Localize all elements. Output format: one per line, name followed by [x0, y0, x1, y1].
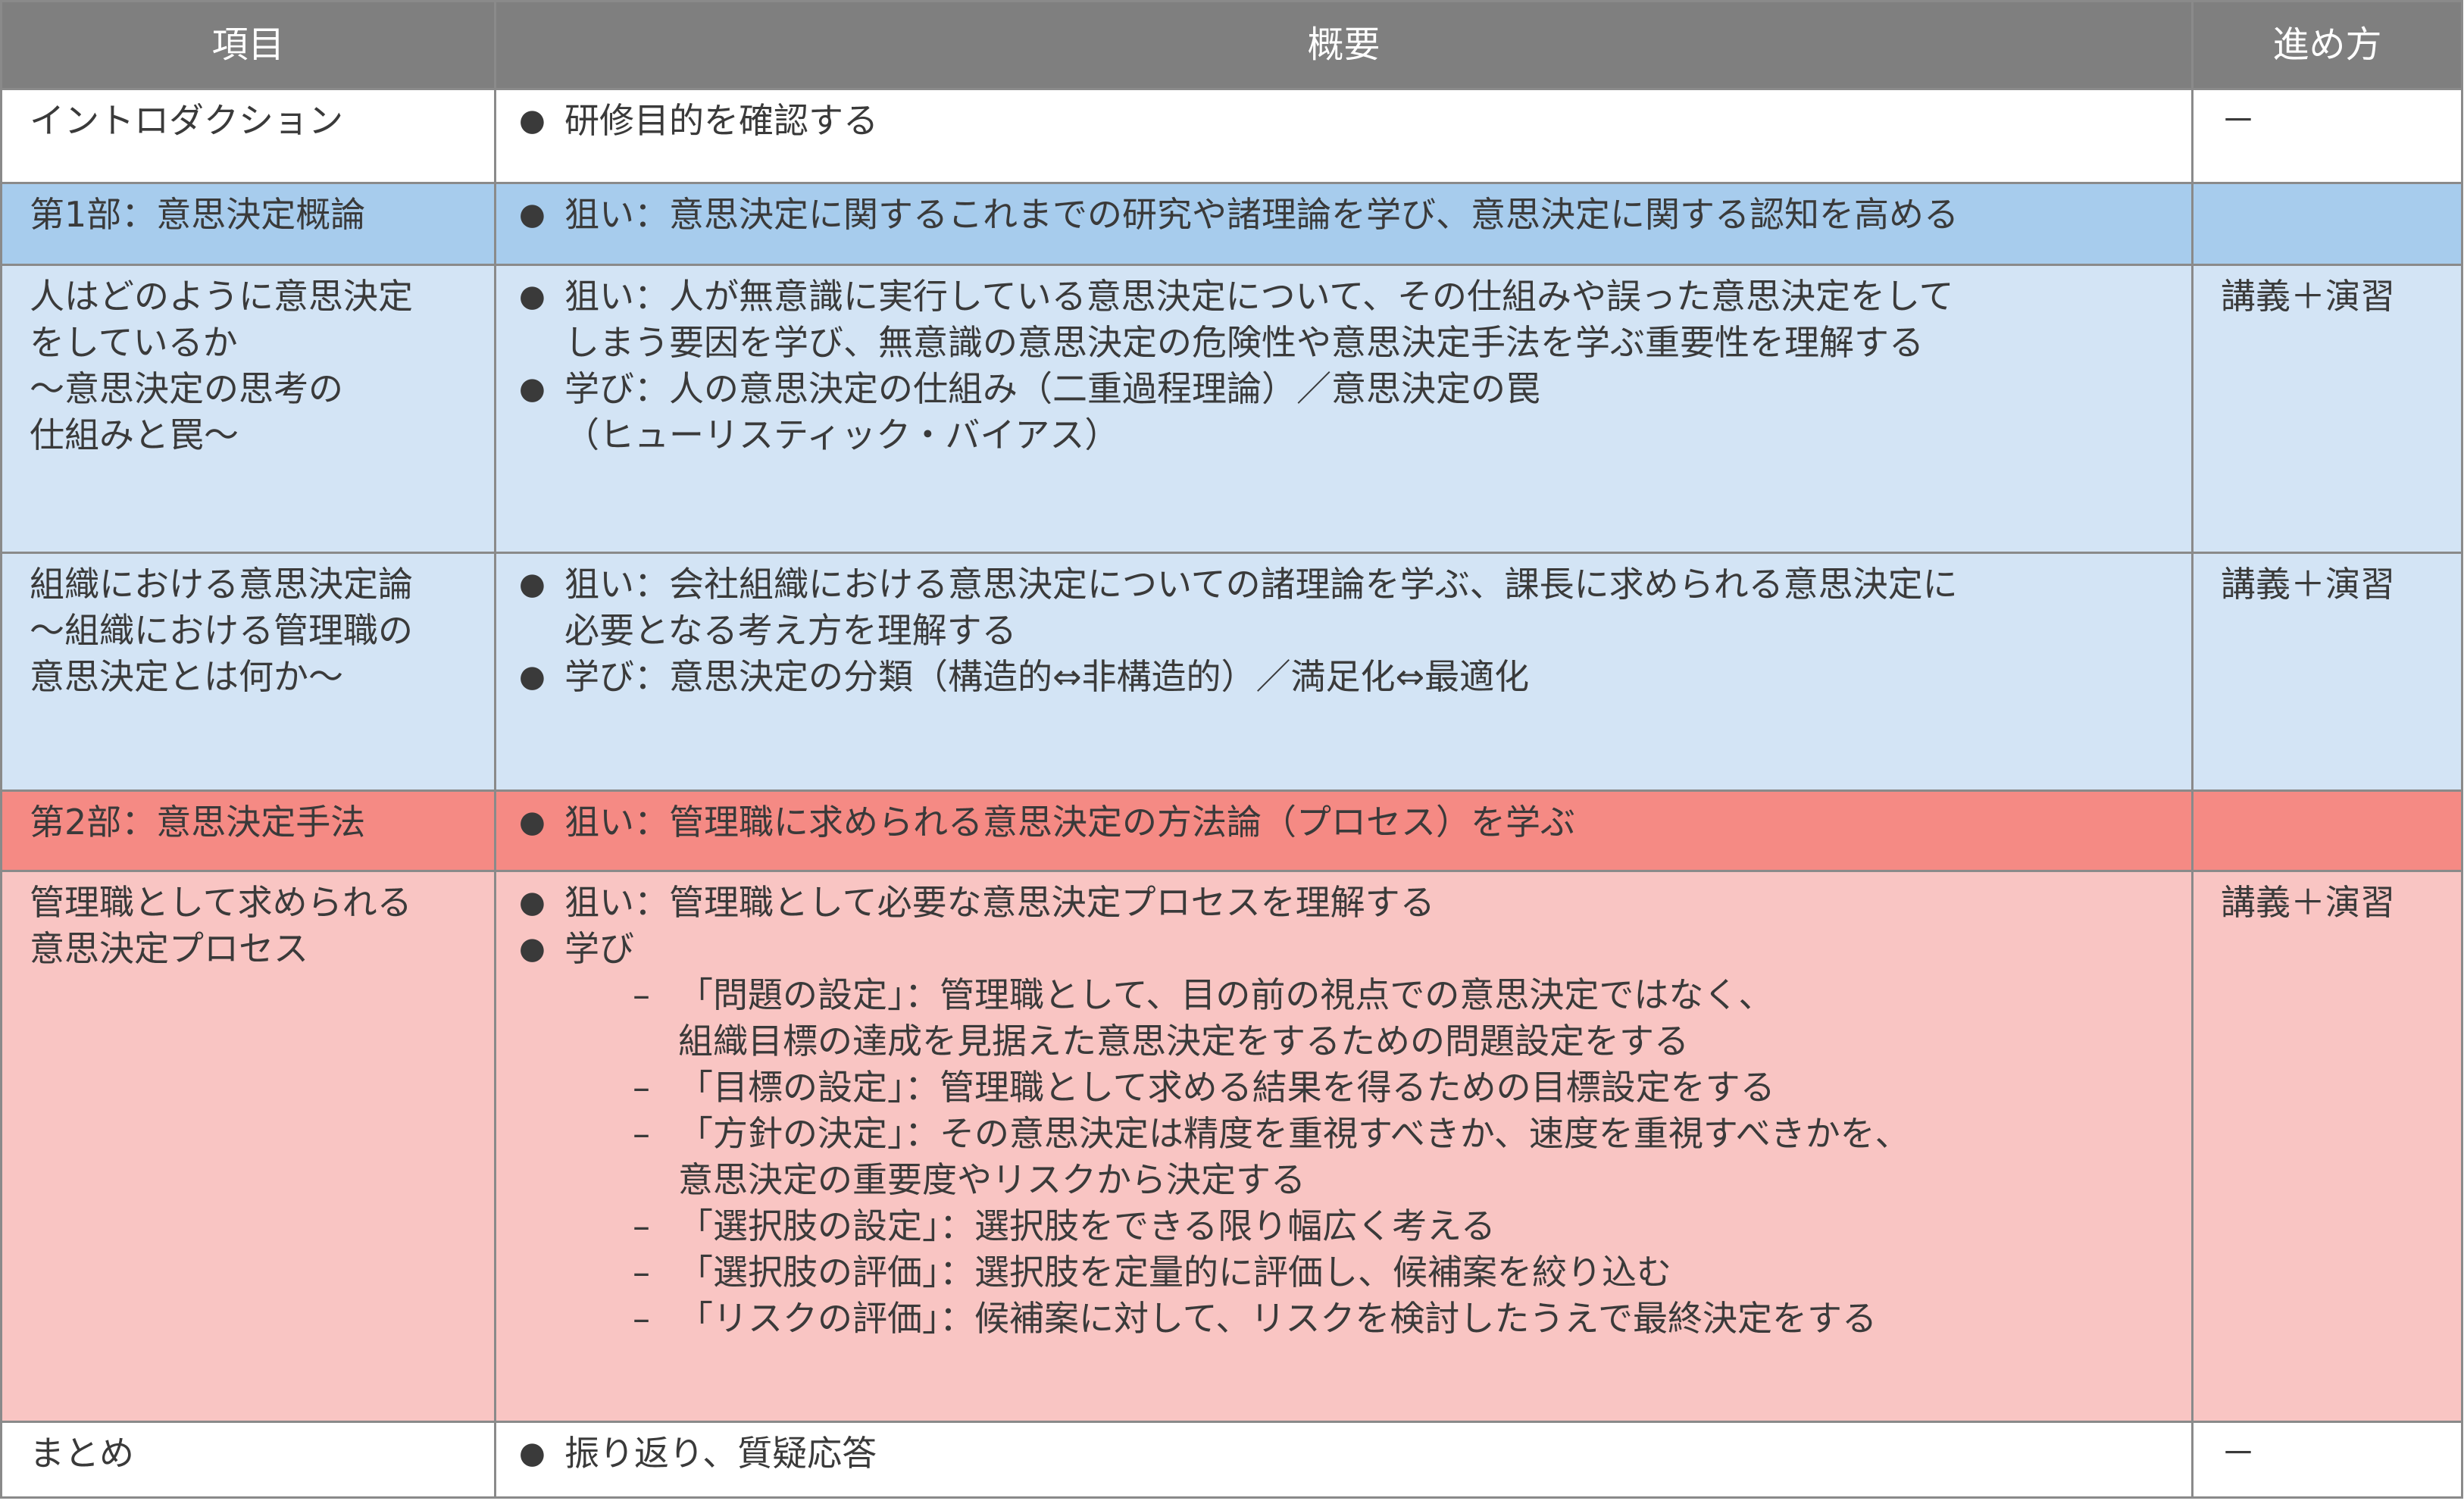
bullet-item: ● 狙い：管理職に求められる意思決定の方法論（プロセス）を学ぶ	[519, 799, 2191, 846]
header-item: 項目	[0, 0, 496, 90]
dash-icon: –	[633, 1298, 650, 1339]
row-method: 講義＋演習	[2191, 552, 2463, 792]
row-summary: ● 狙い：意思決定に関するこれまでの研究や諸理論を学び、意思決定に関する認知を高…	[494, 182, 2194, 266]
table-row: まとめ ● 振り返り、質疑応答 －	[0, 1421, 2463, 1499]
bullet-icon: ●	[519, 103, 546, 138]
dash-icon: –	[633, 1113, 650, 1154]
bullet-item: ● 研修目的を確認する	[519, 98, 2191, 144]
bullet-icon: ●	[519, 371, 546, 406]
bullet-item: ● 学び：人の意思決定の仕組み（二重過程理論）／意思決定の罠 （ヒューリスティッ…	[519, 366, 2191, 458]
table-row: イントロダクション ● 研修目的を確認する －	[0, 88, 2463, 184]
bullet-text: 狙い：管理職に求められる意思決定の方法論（プロセス）を学ぶ	[564, 802, 1575, 843]
sub-bullet-text: 「問題の設定」：管理職として、目の前の視点での意思決定ではなく、 組織目標の達成…	[678, 974, 1774, 1061]
sub-bullet-item: – 「選択肢の設定」：選択肢をできる限り幅広く考える	[519, 1203, 2191, 1249]
row-summary: ● 研修目的を確認する	[494, 88, 2194, 184]
header-method: 進め方	[2191, 0, 2463, 90]
bullet-text: 研修目的を確認する	[564, 100, 878, 141]
bullet-icon: ●	[519, 279, 546, 314]
row-item: 管理職として求められる 意思決定プロセス	[0, 870, 496, 1423]
page: { "header": { "col1": "項目", "col2": "概要"…	[0, 0, 2464, 1507]
bullet-item: ● 学び：意思決定の分類（構造的⇔非構造的）／満足化⇔最適化	[519, 654, 2191, 700]
row-item: イントロダクション	[0, 88, 496, 184]
header-summary: 概要	[494, 0, 2194, 90]
sub-bullet-item: – 「選択肢の評価」：選択肢を定量的に評価し、候補案を絞り込む	[519, 1249, 2191, 1296]
curriculum-table: 項目 概要 進め方 イントロダクション ● 研修目的を確認する － 第1部：意思…	[0, 0, 2463, 1499]
bullet-item: ● 学び	[519, 926, 2191, 972]
bullet-text: 狙い：管理職として必要な意思決定プロセスを理解する	[564, 882, 1435, 923]
bullet-text: 狙い：意思決定に関するこれまでの研究や諸理論を学び、意思決定に関する認知を高める	[564, 194, 1959, 235]
bullet-text: 振り返り、質疑応答	[564, 1433, 877, 1474]
row-item: 組織における意思決定論 ～組織における管理職の 意思決定とは何か～	[0, 552, 496, 792]
row-summary: ● 狙い：管理職として必要な意思決定プロセスを理解する ● 学び – 「問題の設…	[494, 870, 2194, 1423]
sub-bullet-text: 「選択肢の評価」：選択肢を定量的に評価し、候補案を絞り込む	[678, 1252, 1671, 1293]
dash-icon: –	[633, 974, 650, 1015]
sub-bullet-text: 「目標の設定」：管理職として求める結果を得るための目標設定をする	[678, 1067, 1775, 1108]
sub-bullet-item: – 「目標の設定」：管理職として求める結果を得るための目標設定をする	[519, 1065, 2191, 1111]
row-summary: ● 狙い：会社組織における意思決定についての諸理論を学ぶ、課長に求められる意思決…	[494, 552, 2194, 792]
bullet-text: 狙い：人が無意識に実行している意思決定について、その仕組みや誤った意思決定をして…	[564, 276, 1954, 363]
row-item: まとめ	[0, 1421, 496, 1499]
row-summary: ● 狙い：人が無意識に実行している意思決定について、その仕組みや誤った意思決定を…	[494, 264, 2194, 554]
row-method: 講義＋演習	[2191, 870, 2463, 1423]
bullet-icon: ●	[519, 197, 546, 232]
sub-bullet-text: 「選択肢の設定」：選択肢をできる限り幅広く考える	[678, 1205, 1496, 1246]
row-item: 第2部：意思決定手法	[0, 789, 496, 872]
bullet-icon: ●	[519, 659, 546, 694]
bullet-icon: ●	[519, 805, 546, 839]
bullet-icon: ●	[519, 1436, 546, 1471]
row-item: 第1部：意思決定概論	[0, 182, 496, 266]
table-row: 人はどのように意思決定 をしているか ～意思決定の思考の 仕組みと罠～ ● 狙い…	[0, 264, 2463, 554]
table-row: 管理職として求められる 意思決定プロセス ● 狙い：管理職として必要な意思決定プ…	[0, 870, 2463, 1423]
bullet-text: 狙い：会社組織における意思決定についての諸理論を学ぶ、課長に求められる意思決定に…	[564, 564, 1958, 651]
dash-icon: –	[633, 1067, 650, 1108]
row-method	[2191, 789, 2463, 872]
sub-bullet-text: 「リスクの評価」：候補案に対して、リスクを検討したうえで最終決定をする	[678, 1298, 1877, 1339]
bullet-icon: ●	[519, 567, 546, 602]
bullet-text: 学び：人の意思決定の仕組み（二重過程理論）／意思決定の罠 （ヒューリスティック・…	[564, 368, 1540, 455]
bullet-text: 学び：意思決定の分類（構造的⇔非構造的）／満足化⇔最適化	[564, 656, 1530, 697]
bullet-item: ● 狙い：人が無意識に実行している意思決定について、その仕組みや誤った意思決定を…	[519, 274, 2191, 366]
bullet-item: ● 狙い：管理職として必要な意思決定プロセスを理解する	[519, 880, 2191, 926]
header-row: 項目 概要 進め方	[0, 0, 2463, 90]
row-summary: ● 振り返り、質疑応答	[494, 1421, 2194, 1499]
sub-bullet-item: – 「リスクの評価」：候補案に対して、リスクを検討したうえで最終決定をする	[519, 1296, 2191, 1342]
table-row: 第1部：意思決定概論 ● 狙い：意思決定に関するこれまでの研究や諸理論を学び、意…	[0, 182, 2463, 266]
sub-bullet-item: – 「方針の決定」：その意思決定は精度を重視すべきか、速度を重視すべきかを、 意…	[519, 1111, 2191, 1203]
sub-bullet-item: – 「問題の設定」：管理職として、目の前の視点での意思決定ではなく、 組織目標の…	[519, 972, 2191, 1065]
row-method: －	[2191, 88, 2463, 184]
table-row: 第2部：意思決定手法 ● 狙い：管理職に求められる意思決定の方法論（プロセス）を…	[0, 789, 2463, 872]
row-method: 講義＋演習	[2191, 264, 2463, 554]
bullet-icon: ●	[519, 885, 546, 920]
bullet-icon: ●	[519, 931, 546, 966]
dash-icon: –	[633, 1252, 650, 1293]
row-summary: ● 狙い：管理職に求められる意思決定の方法論（プロセス）を学ぶ	[494, 789, 2194, 872]
bullet-item: ● 狙い：会社組織における意思決定についての諸理論を学ぶ、課長に求められる意思決…	[519, 561, 2191, 654]
dash-icon: –	[633, 1205, 650, 1246]
row-method	[2191, 182, 2463, 266]
bullet-item: ● 狙い：意思決定に関するこれまでの研究や諸理論を学び、意思決定に関する認知を高…	[519, 192, 2191, 238]
sub-bullet-text: 「方針の決定」：その意思決定は精度を重視すべきか、速度を重視すべきかを、 意思決…	[678, 1113, 1910, 1200]
bullet-text: 学び	[564, 928, 634, 969]
bullet-item: ● 振り返り、質疑応答	[519, 1430, 2191, 1477]
row-item: 人はどのように意思決定 をしているか ～意思決定の思考の 仕組みと罠～	[0, 264, 496, 554]
row-method: －	[2191, 1421, 2463, 1499]
table-row: 組織における意思決定論 ～組織における管理職の 意思決定とは何か～ ● 狙い：会…	[0, 552, 2463, 792]
